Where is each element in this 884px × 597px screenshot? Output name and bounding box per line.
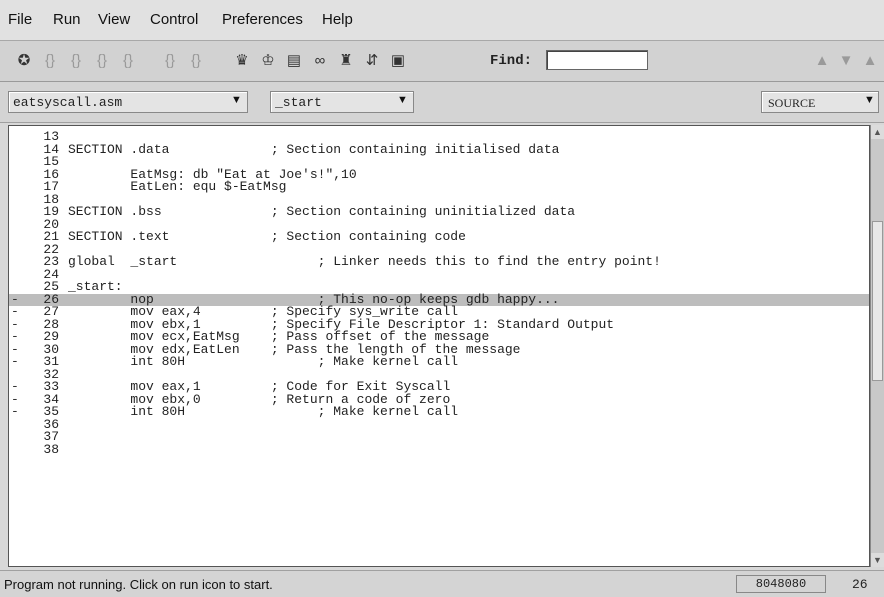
watch-icon[interactable]: ♔	[258, 52, 278, 70]
source-line[interactable]: 19 SECTION .bss ; Section containing unin…	[9, 204, 869, 219]
menu-run[interactable]: Run	[53, 11, 81, 28]
step-icon[interactable]: {}	[40, 52, 60, 70]
source-code-text: SECTION .data ; Section containing initi…	[68, 141, 560, 157]
view-mode-select[interactable]: SOURCE ▼	[761, 91, 879, 113]
breakpoint-icon[interactable]: ♛	[232, 52, 252, 70]
breakpoint-marker[interactable]: -	[11, 405, 21, 419]
vertical-scrollbar[interactable]: ▲ ▼	[870, 125, 884, 567]
upload-icon[interactable]: ▲	[812, 52, 832, 70]
menu-file[interactable]: File	[8, 11, 32, 28]
menu-preferences[interactable]: Preferences	[222, 11, 303, 28]
source-listing: 13 14 SECTION .data ; Section containing i…	[9, 130, 869, 457]
source-code-text: SECTION .text ; Section containing code	[68, 229, 466, 244]
source-line[interactable]: 14 SECTION .data ; Section containing ini…	[9, 141, 869, 157]
next-icon[interactable]: {}	[92, 52, 112, 70]
chevron-down-icon[interactable]: ▼	[397, 94, 408, 106]
function-select[interactable]: _start ▼	[270, 91, 414, 113]
signal-icon[interactable]: ⇵	[362, 52, 382, 70]
view-mode-value: SOURCE	[768, 96, 816, 110]
toolbar: ✪ {} {} {} {} {} {} ♛ ♔ ▤ ∞ ♜ ⇵ ▣ Find: …	[0, 41, 884, 82]
file-select[interactable]: eatsyscall.asm ▼	[8, 91, 248, 113]
find-input[interactable]	[546, 50, 648, 70]
source-code-text: global _start ; Linker needs this to fin…	[68, 254, 661, 269]
frame-icon[interactable]: ▣	[388, 52, 408, 70]
registers-icon[interactable]: ∞	[310, 52, 330, 70]
scrollbar-thumb[interactable]	[872, 221, 883, 381]
download-icon[interactable]: ▼	[836, 52, 856, 70]
chevron-down-icon[interactable]: ▼	[864, 94, 875, 106]
selector-bar: eatsyscall.asm ▼ _start ▼ SOURCE ▼	[0, 82, 884, 123]
menu-control[interactable]: Control	[150, 11, 198, 28]
source-line[interactable]: 36	[9, 418, 869, 432]
source-pane[interactable]: 13 14 SECTION .data ; Section containing i…	[8, 125, 870, 567]
file-select-value: eatsyscall.asm	[13, 95, 123, 110]
status-message: Program not running. Click on run icon t…	[4, 577, 273, 592]
source-line[interactable]: 24	[9, 268, 869, 282]
finish-icon[interactable]: {}	[160, 52, 180, 70]
source-code-text: EatLen: equ $-EatMsg	[68, 179, 287, 194]
debugger-window: File Run View Control Preferences Help ✪…	[0, 0, 884, 597]
source-line[interactable]: 37	[9, 430, 869, 444]
stack-icon[interactable]: ▤	[284, 52, 304, 70]
export-icon[interactable]: ▲	[860, 52, 880, 70]
scroll-up-icon[interactable]: ▲	[871, 125, 884, 139]
breakpoint-marker[interactable]: -	[11, 355, 21, 369]
menu-help[interactable]: Help	[322, 11, 353, 28]
source-code-text: SECTION .bss ; Section containing uninit…	[68, 204, 576, 219]
source-line[interactable]: 38	[9, 441, 869, 457]
until-icon[interactable]: {}	[118, 52, 138, 70]
step-into-icon[interactable]: {}	[66, 52, 86, 70]
source-line[interactable]: 23 global _start ; Linker needs this to f…	[9, 254, 869, 269]
source-line[interactable]: -35 int 80H ; Make kernel call	[9, 404, 869, 419]
scroll-down-icon[interactable]: ▼	[871, 553, 884, 567]
run-icon[interactable]: ✪	[14, 52, 34, 70]
menu-bar: File Run View Control Preferences Help	[0, 0, 884, 41]
source-line[interactable]: 21 SECTION .text ; Section containing cod…	[9, 229, 869, 244]
line-number: 38	[43, 441, 59, 457]
memory-icon[interactable]: ♜	[336, 52, 356, 70]
status-bar: Program not running. Click on run icon t…	[0, 570, 884, 597]
source-code-text: int 80H ; Make kernel call	[68, 404, 459, 419]
function-select-value: _start	[275, 95, 322, 110]
continue-icon[interactable]: {}	[186, 52, 206, 70]
chevron-down-icon[interactable]: ▼	[231, 94, 242, 106]
source-line[interactable]: -31 int 80H ; Make kernel call	[9, 354, 869, 369]
menu-view[interactable]: View	[98, 11, 130, 28]
find-label: Find:	[490, 53, 533, 69]
source-code-text: int 80H ; Make kernel call	[68, 354, 459, 369]
status-line-number: 26	[852, 577, 868, 592]
source-line[interactable]: 17 EatLen: equ $-EatMsg	[9, 179, 869, 194]
status-address: 8048080	[736, 575, 826, 593]
